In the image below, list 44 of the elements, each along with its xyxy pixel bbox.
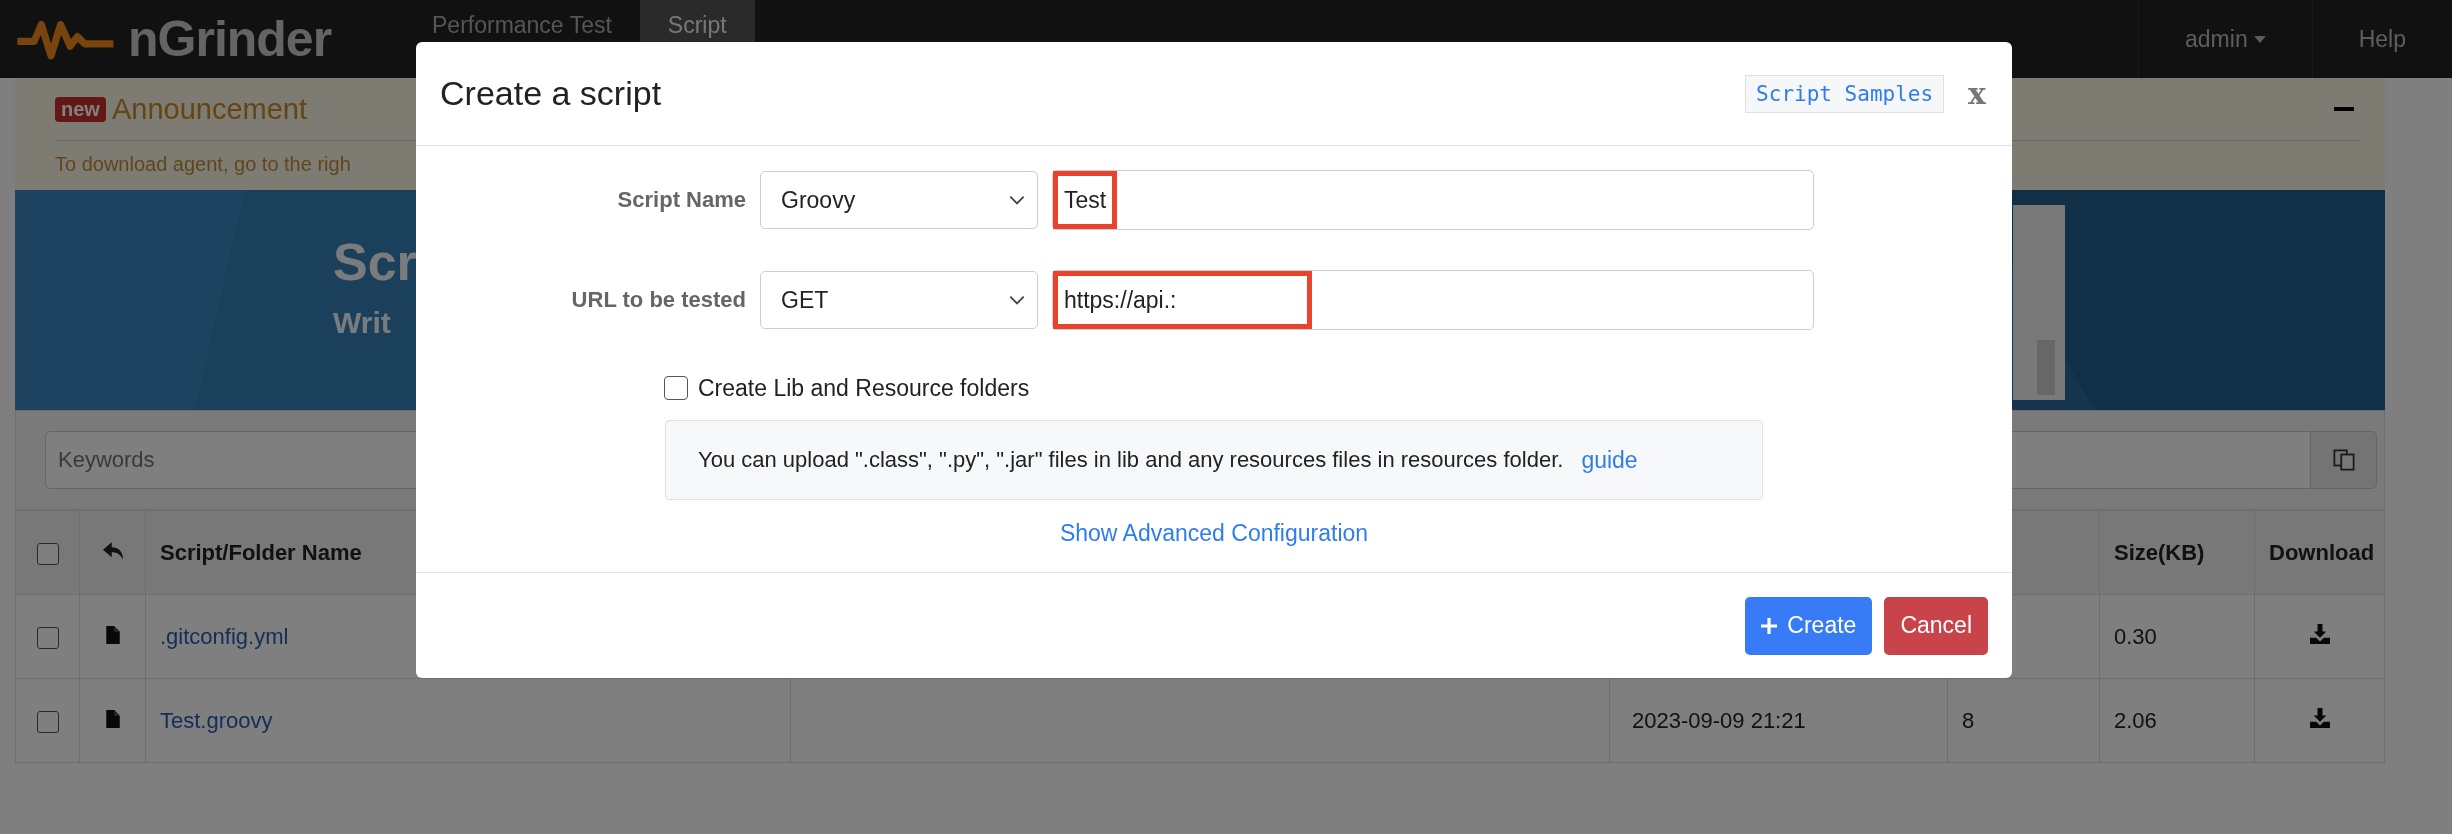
caret-icon: [2253, 35, 2266, 43]
brand-name[interactable]: nGrinder: [128, 10, 332, 68]
banner-title: Scr: [333, 232, 418, 292]
checkbox[interactable]: [36, 626, 59, 649]
announcement-title: Announcement: [111, 92, 307, 126]
cancel-button[interactable]: Cancel: [1884, 596, 1988, 655]
close-button[interactable]: x: [1968, 76, 1986, 111]
input-field[interactable]: https://api.:: [1052, 270, 1814, 330]
input-field[interactable]: Test: [1052, 170, 1814, 230]
field-label: Script Name: [616, 187, 747, 213]
banner-subtitle: Writ: [333, 306, 392, 340]
copy-icon: [2332, 449, 2355, 471]
download-icon[interactable]: [2309, 707, 2330, 728]
checkbox-label: Create Lib and Resource folders: [698, 374, 1030, 402]
select-dropdown[interactable]: GET: [760, 271, 1038, 329]
new-badge: new: [55, 96, 106, 122]
samples-button[interactable]: Script Samples: [1745, 74, 1945, 113]
table-cell: 2.06: [2099, 678, 2255, 763]
reply-arrow-icon: [102, 541, 123, 560]
download-icon[interactable]: [2309, 623, 2330, 644]
guide-link[interactable]: guide: [1581, 446, 1638, 474]
plus-icon: [1761, 617, 1778, 634]
file-link[interactable]: Test.groovy: [160, 707, 273, 733]
checkbox[interactable]: [36, 710, 59, 733]
create-button[interactable]: Create: [1745, 596, 1873, 655]
chevron-down-icon: [1009, 195, 1025, 205]
file-link[interactable]: .gitconfig.yml: [160, 623, 289, 649]
advanced-link[interactable]: Show Advanced Configuration: [1059, 520, 1369, 547]
file-icon: [105, 709, 120, 728]
highlight-box: https://api.:: [1053, 271, 1312, 329]
checkbox[interactable]: [36, 542, 59, 565]
column-header: Size(KB): [2099, 510, 2255, 595]
info-text: You can upload ".class", ".py", ".jar" files in lib and any resources files in resources folder.: [698, 447, 1564, 473]
chevron-down-icon: [1009, 295, 1025, 305]
minimize-icon: [2334, 107, 2354, 111]
checkbox[interactable]: [664, 376, 688, 400]
select-dropdown[interactable]: Groovy: [760, 171, 1038, 229]
highlight-box: Test: [1053, 171, 1118, 229]
column-header: Download: [2254, 510, 2385, 595]
file-icon: [105, 625, 120, 644]
field-label: URL to be tested: [570, 287, 747, 313]
copy-button[interactable]: [2311, 431, 2377, 489]
table-cell: 0.30: [2099, 594, 2255, 679]
announcement-text: To download agent, go to the righ: [55, 152, 352, 176]
